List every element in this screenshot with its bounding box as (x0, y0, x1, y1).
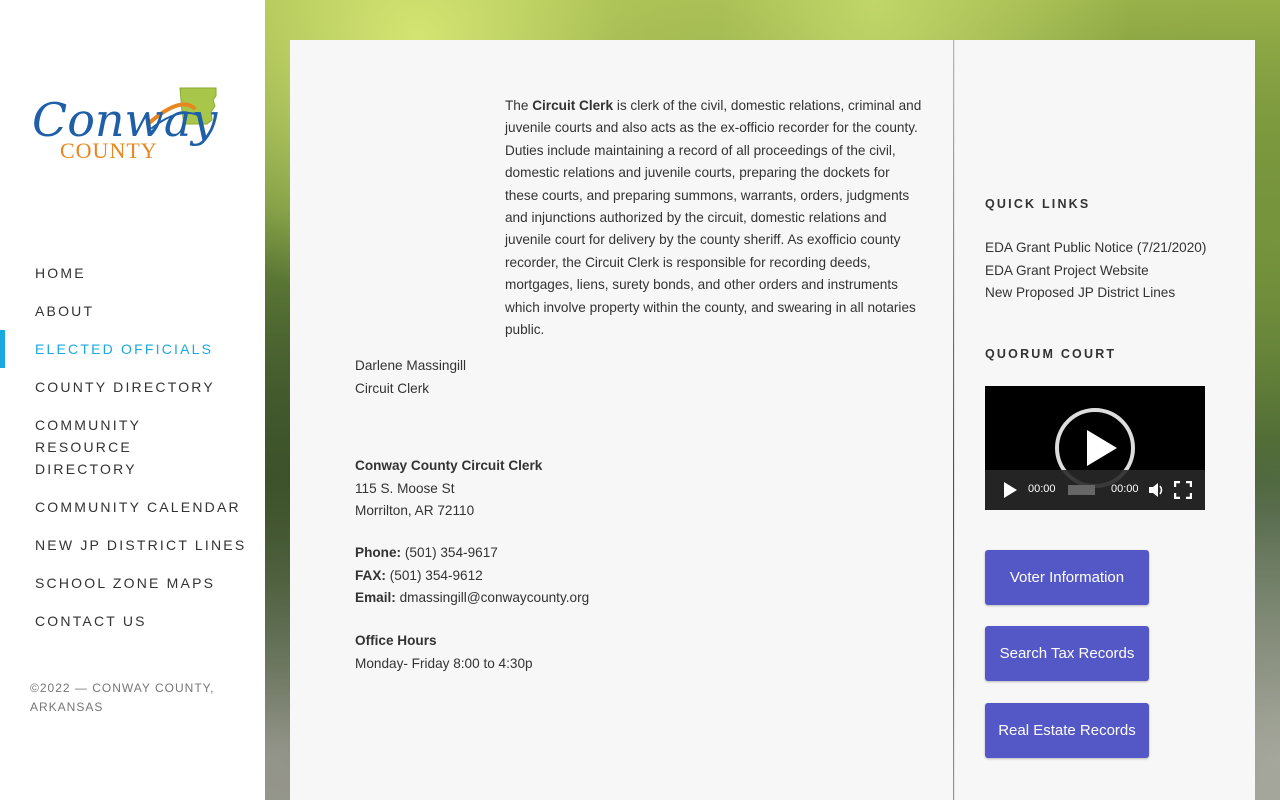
nav-link-community-resource-directory[interactable]: COMMUNITY RESOURCE DIRECTORY (35, 414, 220, 496)
quick-link-item[interactable]: EDA Grant Project Website (985, 260, 1206, 283)
nav-item-about[interactable]: ABOUT (0, 300, 265, 338)
nav-item-school-zone-maps[interactable]: SCHOOL ZONE MAPS (0, 572, 265, 610)
volume-icon[interactable] (1147, 481, 1165, 499)
conway-county-logo[interactable]: Conway COUNTY (30, 84, 220, 168)
nav-item-county-directory[interactable]: COUNTY DIRECTORY (0, 376, 265, 414)
quorum-court-title: QUORUM COURT (985, 347, 1117, 361)
email-label: Email: (355, 590, 396, 606)
nav-item-elected-officials[interactable]: ELECTED OFFICIALS (0, 330, 265, 376)
video-duration: 00:00 (1111, 483, 1139, 495)
quick-links-list: EDA Grant Public Notice (7/21/2020) EDA … (985, 237, 1206, 305)
nav-item-contact-us[interactable]: CONTACT US (0, 610, 265, 648)
fax-value: (501) 354-9612 (389, 567, 483, 583)
video-control-bar: 00:00 00:00 (985, 470, 1205, 510)
office-hours-value: Monday- Friday 8:00 to 4:30p (355, 655, 533, 671)
voter-information-button[interactable]: Voter Information (985, 550, 1149, 605)
phone-value: (501) 354-9617 (404, 545, 498, 560)
address-line2: Morrilton, AR 72110 (355, 503, 475, 519)
copyright-text: ©2022 — CONWAY COUNTY, ARKANSAS (30, 681, 215, 714)
circuit-clerk-description: The Circuit Clerk is clerk of the civil,… (505, 95, 925, 341)
office-name: Conway County Circuit Clerk (355, 458, 543, 473)
quick-link-eda-project-website[interactable]: EDA Grant Project Website (985, 260, 1206, 283)
nav-item-community-calendar[interactable]: COMMUNITY CALENDAR (0, 496, 265, 534)
video-progress-track[interactable] (1068, 485, 1095, 495)
fullscreen-icon[interactable] (1174, 481, 1192, 499)
official-title: Circuit Clerk (355, 380, 430, 396)
sidebar: Conway COUNTY HOME ABOUT ELECTED OFFICIA… (0, 0, 265, 800)
video-current-time: 00:00 (1028, 483, 1056, 495)
nav-link-new-jp-district-lines[interactable]: NEW JP DISTRICT LINES (35, 534, 265, 572)
quick-link-item[interactable]: EDA Grant Public Notice (7/21/2020) (985, 237, 1206, 260)
phone-label: Phone: (355, 545, 402, 560)
fax-label: FAX: (355, 567, 386, 583)
nav-link-home[interactable]: HOME (35, 262, 265, 300)
office-address-block: Conway County Circuit Clerk 115 S. Moose… (355, 455, 542, 523)
intro-body: is clerk of the civil, domestic relation… (505, 98, 922, 338)
main-content: The Circuit Clerk is clerk of the civil,… (290, 40, 953, 800)
logo-graphic: Conway COUNTY (32, 87, 218, 163)
nav-link-contact-us[interactable]: CONTACT US (35, 610, 265, 648)
quick-link-item[interactable]: New Proposed JP District Lines (985, 282, 1206, 305)
phone-row: Phone: (501) 354-9617 (355, 542, 589, 565)
intro-bold-circuit-clerk: Circuit Clerk (532, 98, 614, 113)
logo-text-county: COUNTY (60, 138, 158, 163)
office-hours-label: Office Hours (355, 633, 437, 648)
office-hours-block: Office Hours Monday- Friday 8:00 to 4:30… (355, 630, 533, 675)
email-value[interactable]: dmassingill@conwaycounty.org (400, 590, 590, 605)
widget-sidebar: QUICK LINKS EDA Grant Public Notice (7/2… (954, 40, 1255, 800)
main-nav: HOME ABOUT ELECTED OFFICIALS COUNTY DIRE… (0, 262, 265, 648)
nav-link-elected-officials[interactable]: ELECTED OFFICIALS (35, 338, 265, 376)
quorum-court-video-player[interactable]: 00:00 00:00 (985, 386, 1205, 510)
real-estate-records-button[interactable]: Real Estate Records (985, 703, 1149, 758)
quick-link-eda-public-notice[interactable]: EDA Grant Public Notice (7/21/2020) (985, 237, 1206, 260)
nav-link-school-zone-maps[interactable]: SCHOOL ZONE MAPS (35, 572, 265, 610)
search-tax-records-button[interactable]: Search Tax Records (985, 626, 1149, 681)
contact-block: Phone: (501) 354-9617 FAX: (501) 354-961… (355, 542, 589, 610)
address-line1: 115 S. Moose St (355, 480, 455, 496)
official-block: Darlene Massingill Circuit Clerk (355, 355, 466, 400)
quick-link-jp-district-lines[interactable]: New Proposed JP District Lines (985, 282, 1206, 305)
intro-pre: The (505, 98, 533, 113)
email-row: Email: dmassingill@conwaycounty.org (355, 587, 589, 610)
nav-item-home[interactable]: HOME (0, 262, 265, 300)
nav-item-community-resource-directory[interactable]: COMMUNITY RESOURCE DIRECTORY (0, 414, 265, 496)
official-name: Darlene Massingill (355, 358, 467, 373)
quick-links-title: QUICK LINKS (985, 197, 1091, 211)
play-icon[interactable] (1004, 482, 1017, 498)
nav-item-new-jp-district-lines[interactable]: NEW JP DISTRICT LINES (0, 534, 265, 572)
nav-link-about[interactable]: ABOUT (35, 300, 265, 338)
nav-link-community-calendar[interactable]: COMMUNITY CALENDAR (35, 496, 265, 534)
fax-row: FAX: (501) 354-9612 (355, 565, 589, 588)
nav-link-county-directory[interactable]: COUNTY DIRECTORY (35, 376, 265, 414)
